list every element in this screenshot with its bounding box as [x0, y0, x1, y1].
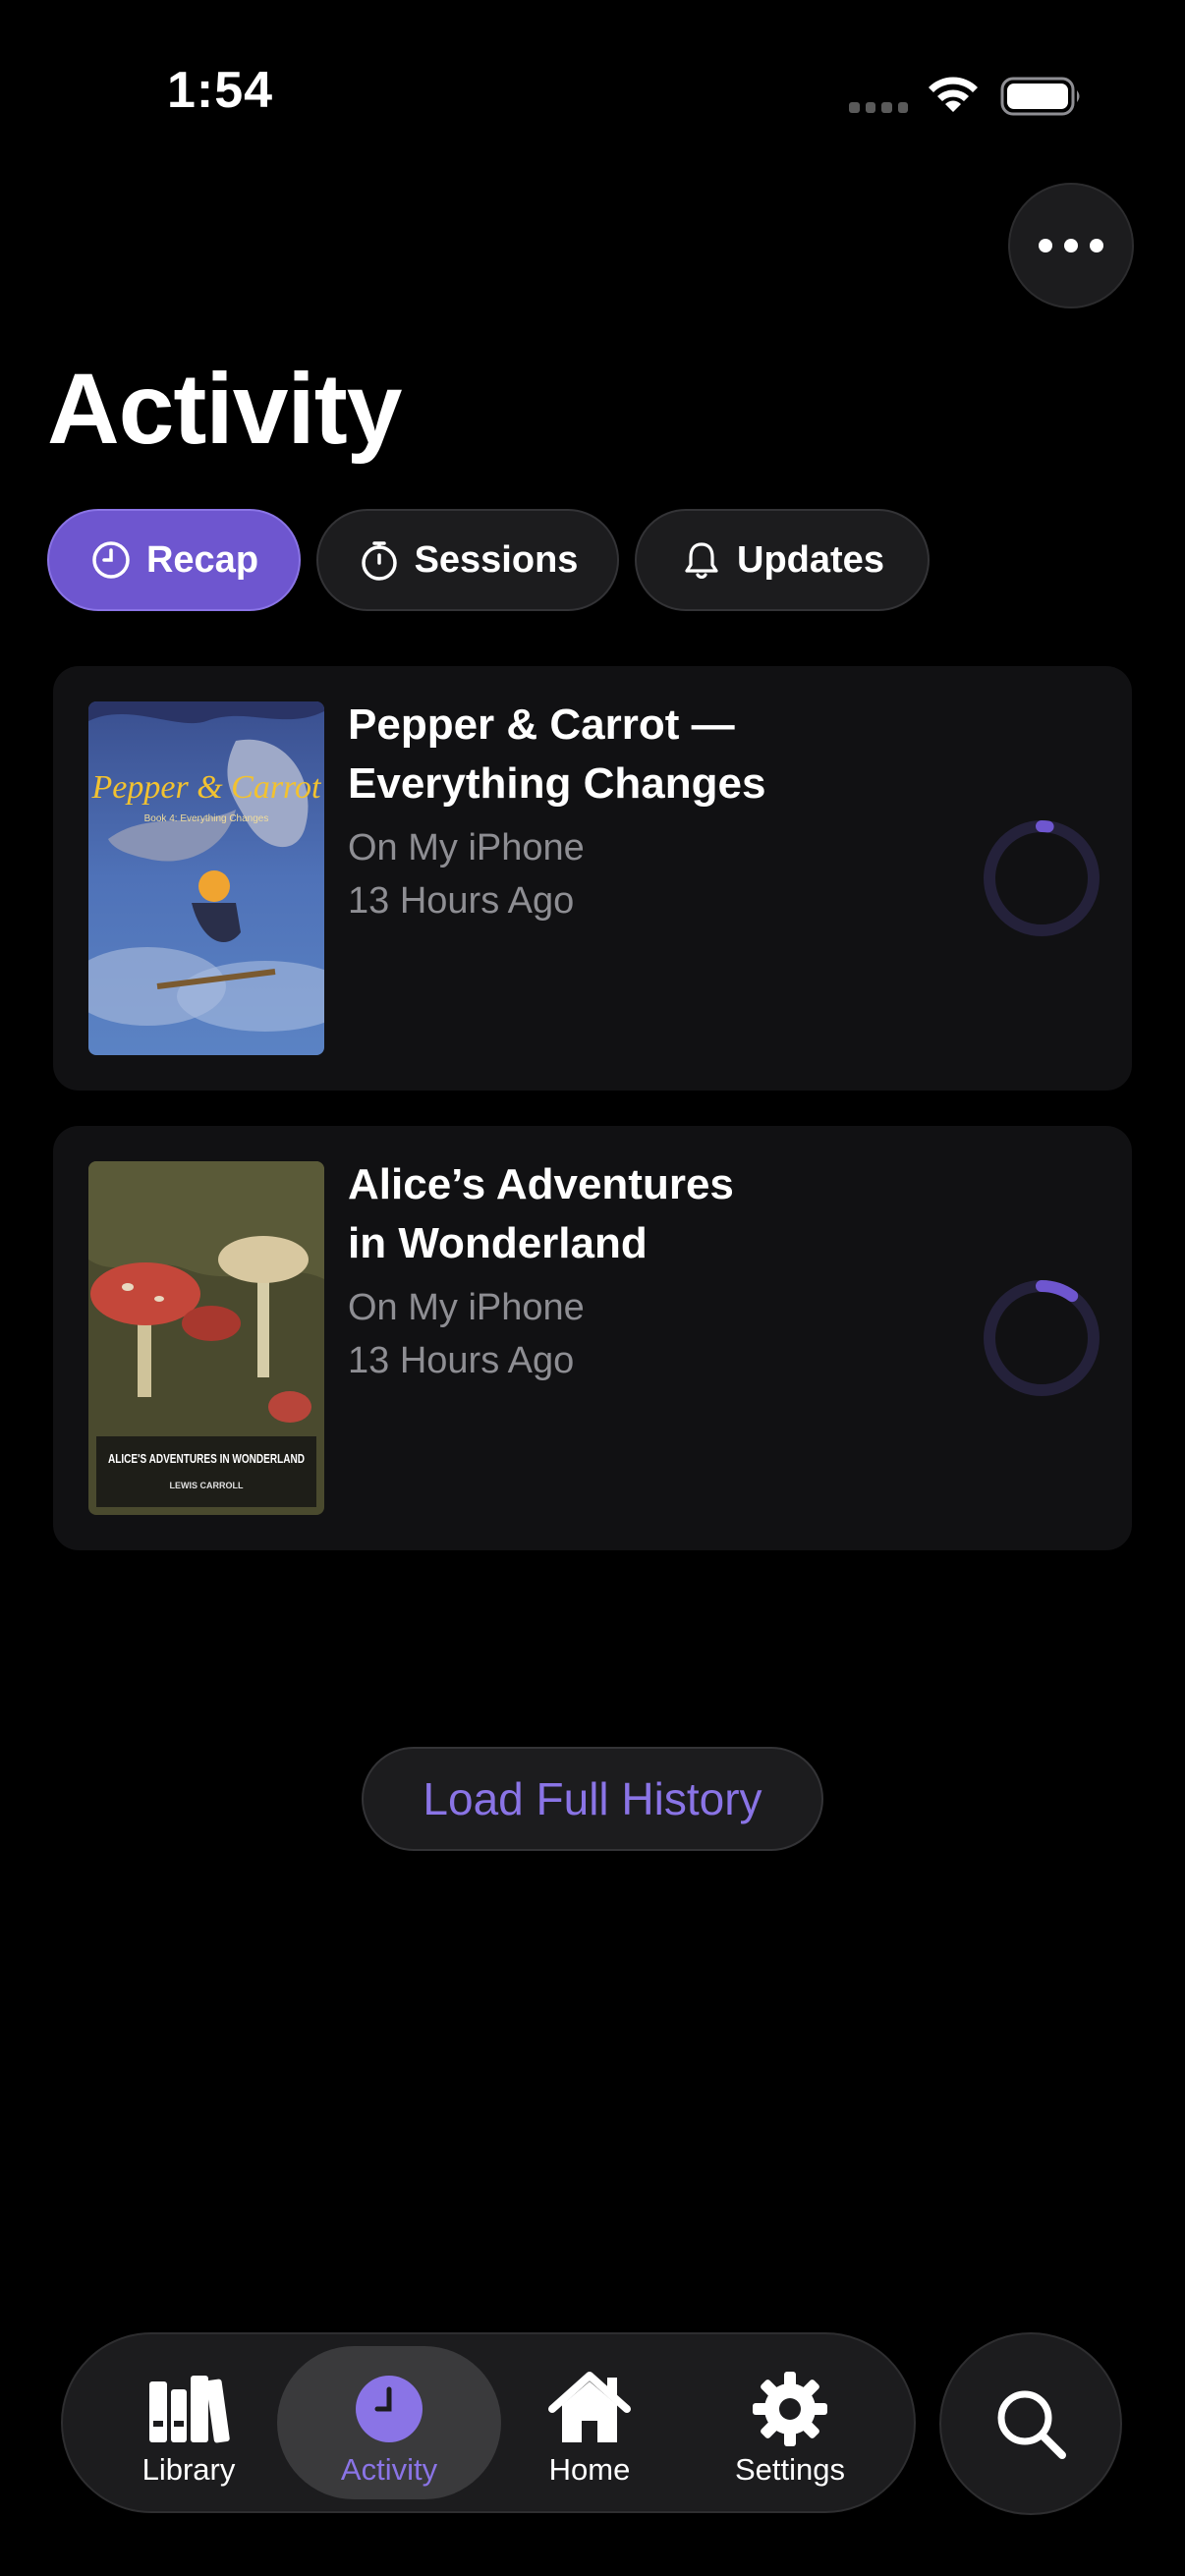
item-time: 13 Hours Ago	[348, 880, 575, 922]
page-title: Activity	[47, 353, 402, 465]
load-full-history-button[interactable]: Load Full History	[362, 1747, 823, 1851]
clock-icon	[356, 2376, 423, 2442]
tab-library[interactable]: Library	[90, 2334, 287, 2511]
item-location: On My iPhone	[348, 827, 585, 868]
item-time: 13 Hours Ago	[348, 1340, 575, 1381]
progress-ring	[984, 820, 1100, 936]
wifi-icon	[929, 77, 978, 112]
activity-item[interactable]: Pepper & Carrot Book 4: Everything Chang…	[53, 666, 1132, 1091]
cover-title: Pepper & Carrot	[91, 769, 323, 806]
segment-sessions[interactable]: Sessions	[316, 509, 619, 611]
tab-activity[interactable]: Activity	[291, 2334, 487, 2511]
segment-label: Recap	[145, 538, 259, 581]
cellular-signal-icon	[849, 102, 908, 116]
tab-label: Activity	[340, 2452, 438, 2487]
house-icon	[548, 2372, 631, 2442]
segment-label: Updates	[737, 538, 884, 581]
tab-bar: Library Activity Home Settings	[61, 2332, 916, 2513]
stopwatch-icon	[361, 541, 397, 581]
segment-recap[interactable]: Recap	[47, 509, 301, 611]
tab-label: Home	[548, 2452, 631, 2487]
tab-label: Library	[141, 2452, 236, 2487]
book-cover: Pepper & Carrot Book 4: Everything Chang…	[88, 701, 324, 1055]
tab-home[interactable]: Home	[491, 2334, 688, 2511]
cover-subtitle: Book 4: Everything Changes	[144, 813, 269, 824]
item-title: Alice’s Adventures in Wonderland	[348, 1160, 734, 1267]
bell-icon	[685, 542, 718, 580]
segment-updates[interactable]: Updates	[635, 509, 930, 611]
books-icon	[149, 2376, 230, 2443]
book-cover: ALICE'S ADVENTURES IN WONDERLAND LEWIS C…	[88, 1161, 324, 1515]
magnifying-glass-icon	[997, 2390, 1066, 2459]
item-location: On My iPhone	[348, 1287, 585, 1328]
battery-icon	[1000, 77, 1080, 116]
tab-settings[interactable]: Settings	[692, 2334, 888, 2511]
search-button[interactable]	[939, 2332, 1122, 2515]
cover-title: ALICE'S ADVENTURES IN WONDERLAND	[108, 1452, 305, 1466]
activity-item[interactable]: ALICE'S ADVENTURES IN WONDERLAND LEWIS C…	[53, 1126, 1132, 1550]
tab-label: Settings	[734, 2452, 845, 2487]
ellipsis-icon	[1039, 239, 1052, 252]
status-time: 1:54	[167, 62, 274, 119]
item-title: Pepper & Carrot — Everything Changes	[348, 700, 766, 808]
segment-label: Sessions	[414, 538, 579, 581]
cover-author: LEWIS CARROLL	[170, 1481, 244, 1490]
more-options-button[interactable]	[1008, 183, 1134, 308]
progress-ring	[984, 1280, 1100, 1396]
clock-icon	[92, 541, 130, 579]
gear-icon	[753, 2372, 827, 2446]
